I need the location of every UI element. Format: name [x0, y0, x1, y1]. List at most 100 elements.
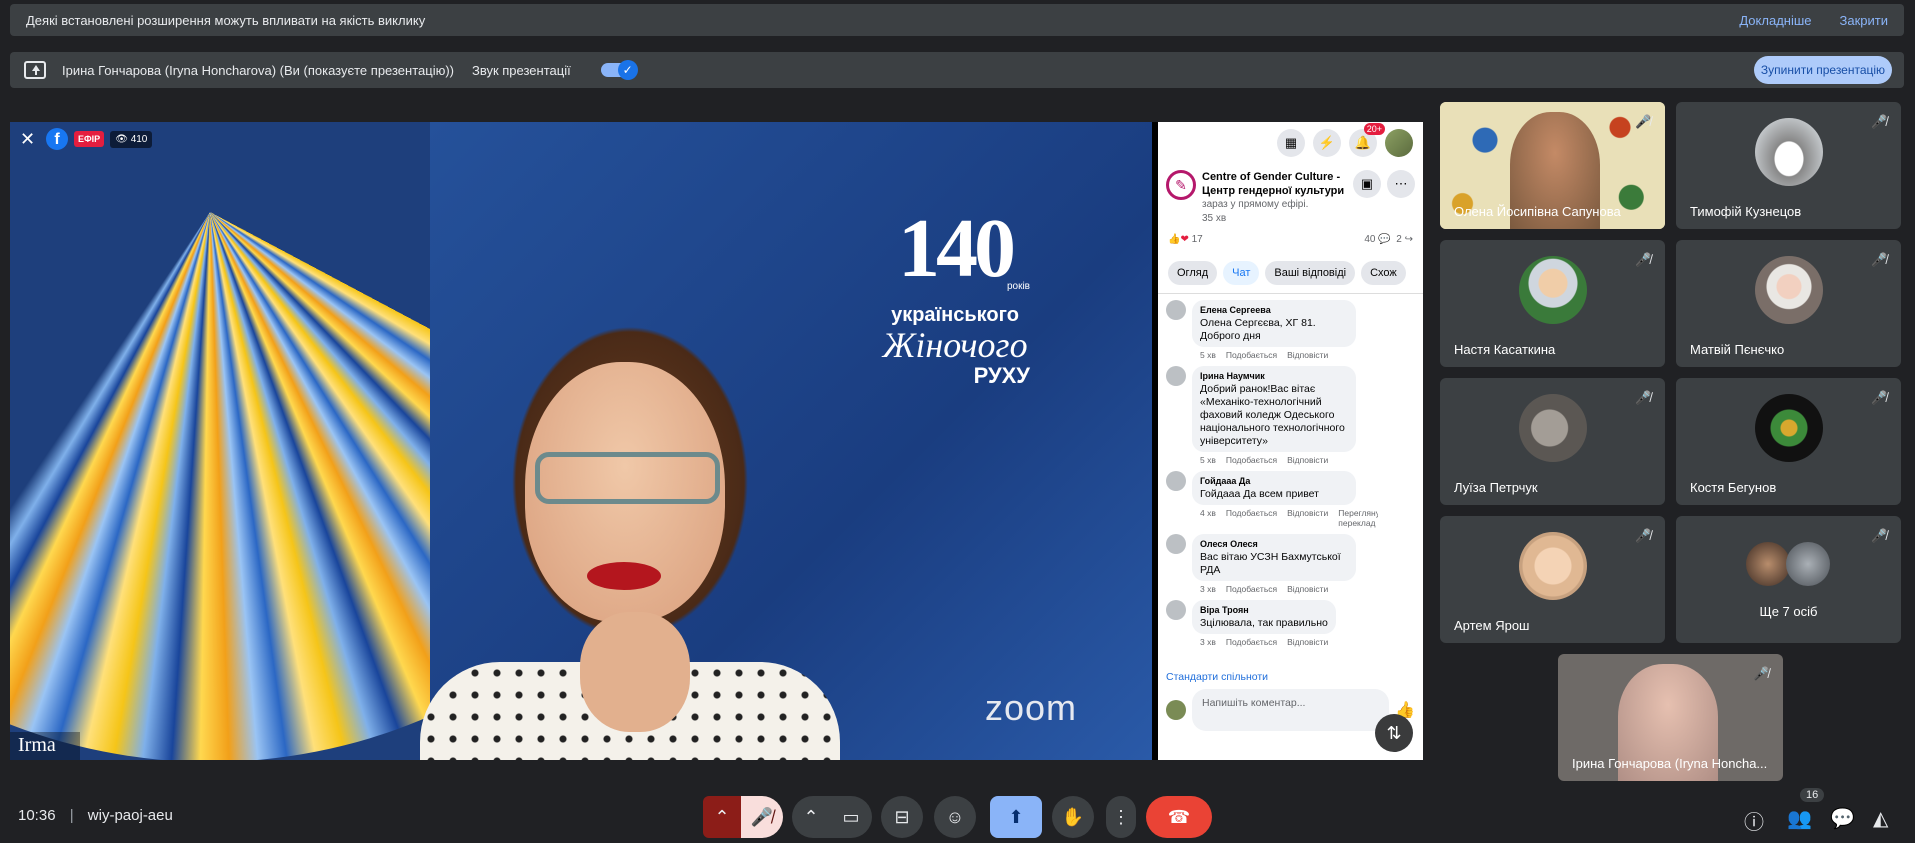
leave-call-button[interactable]: ☎ [1146, 796, 1212, 838]
camera-toggle-button[interactable]: ▭ [830, 796, 872, 838]
commenter-avatar[interactable] [1166, 366, 1186, 386]
participant-avatar [1754, 117, 1823, 186]
more-options-button[interactable]: ⋮ [1106, 796, 1136, 838]
presentation-audio-toggle[interactable]: ✓ [600, 60, 638, 80]
comment-item: Віра Троян Зцілювала, так правильно 3 хв П… [1166, 600, 1415, 647]
participant-tile[interactable]: 🎤̸ Тимофій Кузнецов [1676, 102, 1901, 229]
close-icon[interactable]: ✕ [20, 129, 40, 150]
people-icon[interactable]: 👥 [1787, 806, 1812, 831]
reactions-button[interactable]: ☺ [934, 796, 976, 838]
comment-author[interactable]: Елена Сергеева [1200, 304, 1348, 317]
activities-icon[interactable]: ◭ [1873, 806, 1888, 831]
presenting-bar: Ірина Гончарова (Iryna Honcharova) (Ви (… [10, 52, 1904, 88]
menu-grid-icon[interactable]: ▦ [1277, 129, 1305, 157]
comment-author[interactable]: Гойдааа Да [1200, 475, 1348, 488]
participant-avatar [1518, 393, 1587, 462]
comments-count[interactable]: 40 [1364, 234, 1375, 245]
reply-link[interactable]: Відповісти [1287, 508, 1328, 528]
comment-author[interactable]: Ірина Наумчик [1200, 370, 1348, 383]
commenter-avatar[interactable] [1166, 600, 1186, 620]
see-translation-link[interactable]: Переглянути переклад [1338, 508, 1378, 528]
participant-tile[interactable]: 🎤̸ Артем Ярош [1440, 516, 1665, 643]
page-name[interactable]: Centre of Gender Culture - Центр гендерн… [1202, 170, 1347, 198]
logo-number: 140 [898, 202, 1016, 295]
reply-link[interactable]: Відповісти [1287, 455, 1328, 465]
comment-share-counts: 40 💬 2 ↪ [1364, 234, 1413, 245]
commenter-avatar[interactable] [1166, 300, 1186, 320]
like-link[interactable]: Подобається [1226, 584, 1277, 594]
facebook-logo-icon: f [46, 128, 68, 150]
more-options-icon[interactable]: ⋯ [1387, 170, 1415, 198]
account-avatar[interactable] [1385, 129, 1413, 157]
comment-author[interactable]: Віра Троян [1200, 604, 1328, 617]
tab-similar[interactable]: Схож [1361, 261, 1406, 285]
comment-time: 5 хв [1200, 455, 1216, 465]
mic-off-icon: 🎤̸ [1753, 666, 1770, 681]
reactions[interactable]: 👍❤ 17 [1168, 234, 1203, 245]
present-button[interactable]: ⬆ [990, 796, 1042, 838]
present-screen-icon [24, 61, 46, 79]
reply-link[interactable]: Відповісти [1287, 637, 1328, 647]
participant-tile[interactable]: 🎤̸ Костя Бегунов [1676, 378, 1901, 505]
messenger-icon[interactable]: ⚡ [1313, 129, 1341, 157]
comment-time: 5 хв [1200, 350, 1216, 360]
notification-badge: 20+ [1363, 123, 1385, 135]
captions-button[interactable]: ⊟ [881, 796, 923, 838]
raise-hand-button[interactable]: ✋ [1052, 796, 1094, 838]
participant-tile[interactable]: 🎤̸ Луїза Петрчук [1440, 378, 1665, 505]
participant-name: Настя Касаткина [1454, 342, 1556, 357]
comment-time: 3 хв [1200, 584, 1216, 594]
more-vert-icon: ⋮ [1112, 806, 1130, 827]
tab-overview[interactable]: Огляд [1168, 261, 1218, 285]
mic-toggle-button[interactable]: 🎤̸ [741, 796, 783, 838]
page-header: ✎ Centre of Gender Culture - Центр генде… [1158, 164, 1423, 232]
divider: | [69, 807, 74, 824]
more-participants-tile[interactable]: 🎤̸ Ще 7 осіб [1676, 516, 1901, 643]
comment-input[interactable]: Напишіть коментар... [1192, 689, 1390, 731]
camera-options-button[interactable]: ⌃ [792, 796, 830, 838]
save-icon[interactable]: ▣ [1353, 170, 1381, 198]
participant-avatar [1518, 255, 1587, 324]
mic-off-icon: 🎤̸ [1871, 528, 1888, 543]
stop-presenting-button[interactable]: Зупинити презентацію [1754, 56, 1892, 84]
commenter-avatar[interactable] [1166, 471, 1186, 491]
chat-icon[interactable]: 💬 [1830, 806, 1855, 831]
self-tile[interactable]: 🎤̸ Ірина Гончарова (Iryna Honcha... [1558, 654, 1783, 781]
comment-author[interactable]: Олеся Олеся [1200, 538, 1348, 551]
like-link[interactable]: Подобається [1226, 350, 1277, 360]
like-link[interactable]: Подобається [1226, 637, 1277, 647]
presenter-label: Ірина Гончарова (Iryna Honcharova) (Ви (… [62, 62, 454, 78]
mic-off-icon: 🎤̸ [1871, 390, 1888, 405]
reply-link[interactable]: Відповісти [1287, 584, 1328, 594]
comments-list[interactable]: Елена Сергеева Олена Сергєєва, ХГ 81. Доб… [1158, 293, 1423, 665]
reply-link[interactable]: Відповісти [1287, 350, 1328, 360]
reactions-count: 17 [1191, 234, 1203, 245]
meeting-details-icon[interactable]: ⓘ [1744, 806, 1764, 835]
shares-count[interactable]: 2 [1396, 234, 1402, 245]
scroll-arrows-icon[interactable]: ⇅ [1375, 714, 1413, 752]
speaker-name-tag: Irma [10, 732, 80, 760]
close-warning-link[interactable]: Закрити [1840, 13, 1888, 28]
page-avatar[interactable]: ✎ [1166, 170, 1196, 200]
comment-text: Добрий ранок!Вас вітає «Механіко-техноло… [1200, 383, 1345, 447]
tab-chat[interactable]: Чат [1223, 261, 1260, 285]
tab-your-replies[interactable]: Ваші відповіді [1265, 261, 1356, 285]
mic-options-button[interactable]: ⌃ [703, 796, 741, 838]
notifications-bell-icon[interactable]: 🔔 20+ [1349, 123, 1385, 157]
learn-more-link[interactable]: Докладніше [1739, 13, 1811, 28]
community-standards-link[interactable]: Стандарти спільноти [1158, 665, 1423, 689]
love-reaction-icon: ❤ [1180, 234, 1189, 245]
meeting-code[interactable]: wiy-paoj-aeu [88, 807, 173, 824]
panel-tabs: Огляд Чат Ваші відповіді Схож [1158, 245, 1423, 293]
time-ago: 35 хв [1202, 213, 1227, 224]
share-icon: ↪ [1404, 234, 1413, 245]
facebook-top-bar: ▦ ⚡ 🔔 20+ [1158, 122, 1423, 164]
participant-tile[interactable]: 🎤̸ Настя Касаткина [1440, 240, 1665, 367]
participant-tile[interactable]: 🎤̸ Олена Йосипівна Сапунова [1440, 102, 1665, 229]
end-call-icon: ☎ [1167, 806, 1191, 827]
like-link[interactable]: Подобається [1226, 455, 1277, 465]
commenter-avatar[interactable] [1166, 534, 1186, 554]
check-icon: ✓ [617, 60, 638, 80]
participant-tile[interactable]: 🎤̸ Матвій Пєнєчко [1676, 240, 1901, 367]
like-link[interactable]: Подобається [1226, 508, 1277, 528]
